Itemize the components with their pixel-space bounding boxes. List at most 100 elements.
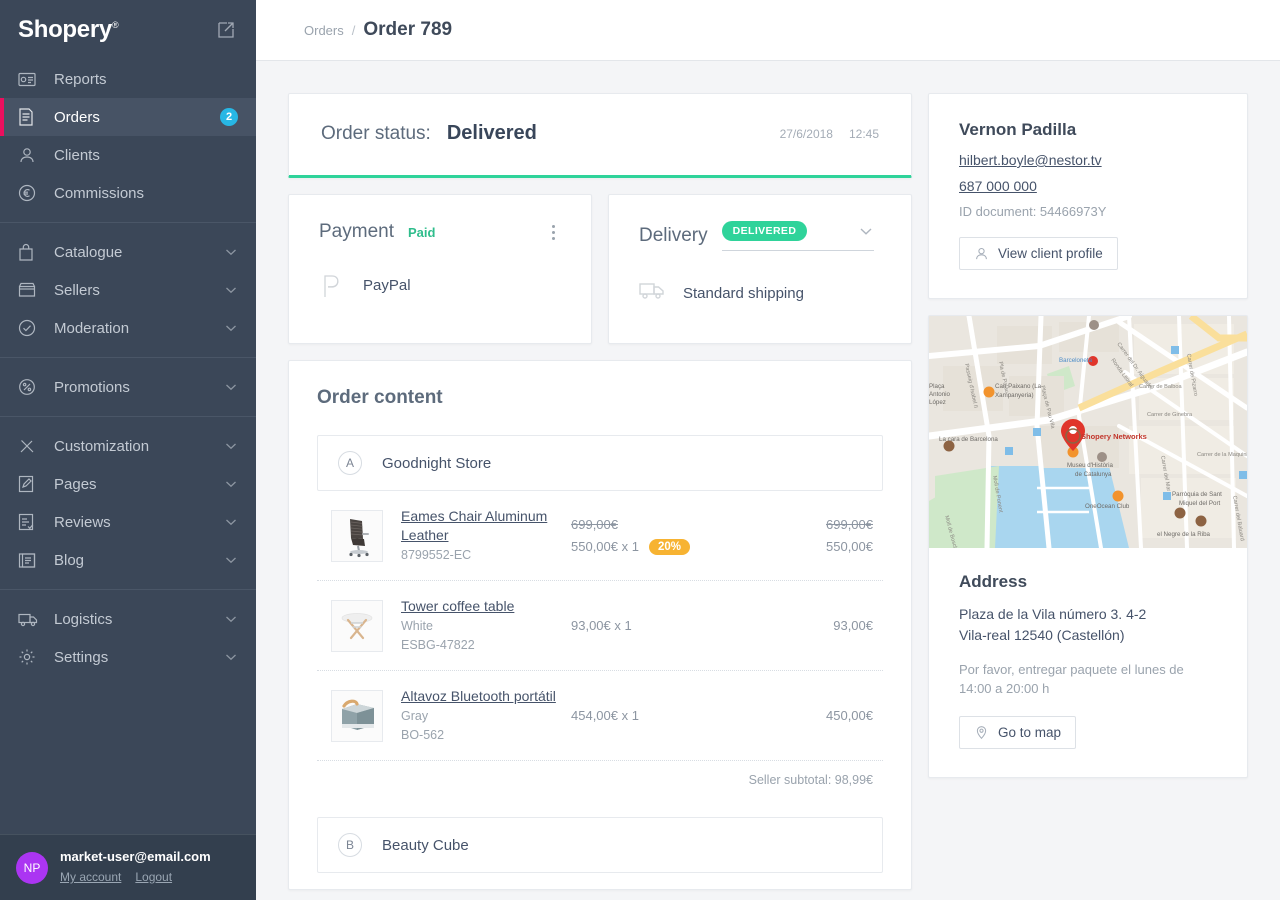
sidebar-item-label: Catalogue	[54, 244, 224, 261]
order-time: 12:45	[849, 127, 879, 141]
sidebar-item-moderation[interactable]: Moderation	[0, 309, 256, 347]
avatar[interactable]: NP	[16, 852, 48, 884]
sidebar-item-blog[interactable]: Blog	[0, 541, 256, 579]
client-phone-link[interactable]: 687 000 000	[959, 178, 1217, 194]
svg-text:OneOcean Club: OneOcean Club	[1085, 503, 1130, 510]
chevron-down-icon[interactable]	[224, 612, 238, 626]
sidebar-item-catalogue[interactable]: Catalogue	[0, 233, 256, 271]
seller-block: A Goodnight Store	[317, 435, 883, 801]
product-name-link[interactable]: Tower coffee table	[401, 597, 514, 616]
svg-text:Antonio: Antonio	[929, 391, 951, 398]
sidebar-item-label: Clients	[54, 147, 238, 164]
sidebar-item-sellers[interactable]: Sellers	[0, 271, 256, 309]
seller-name: Goodnight Store	[382, 455, 491, 472]
chevron-down-icon[interactable]	[224, 321, 238, 335]
svg-text:de Catalunya: de Catalunya	[1075, 471, 1112, 478]
product-sku: ESBG-47822	[401, 637, 561, 654]
sidebar: Shopery® Reports	[0, 0, 256, 900]
svg-text:Miquel del Port: Miquel del Port	[1179, 500, 1221, 507]
chevron-down-icon[interactable]	[224, 553, 238, 567]
sidebar-item-label: Reviews	[54, 514, 224, 531]
product-sku: BO-562	[401, 727, 561, 744]
nav-group-catalogue: Catalogue Sellers	[0, 233, 256, 347]
chevron-down-icon[interactable]	[224, 439, 238, 453]
blog-icon	[18, 550, 40, 570]
client-email-link[interactable]: hilbert.boyle@nestor.tv	[959, 152, 1217, 168]
sidebar-item-commissions[interactable]: Commissions	[0, 174, 256, 212]
view-client-profile-button[interactable]: View client profile	[959, 237, 1118, 270]
payment-method: PayPal	[363, 277, 411, 294]
more-vertical-icon[interactable]	[546, 223, 561, 242]
user-icon	[974, 246, 989, 261]
product-name-link[interactable]: Altavoz Bluetooth portátil	[401, 687, 556, 706]
order-content-title: Order content	[317, 387, 883, 409]
main-area: Orders/Order 789 Order status: Delivered…	[256, 0, 1280, 900]
bag-icon	[18, 242, 40, 262]
address-line-1: Plaza de la Vila número 3. 4-2	[959, 604, 1217, 625]
sidebar-item-customization[interactable]: Customization	[0, 427, 256, 465]
chevron-down-icon[interactable]	[224, 477, 238, 491]
seller-block: B Beauty Cube	[317, 817, 883, 873]
product-name-link[interactable]: Eames Chair Aluminum Leather	[401, 507, 561, 545]
svg-text:Carrer de Balboa: Carrer de Balboa	[1139, 384, 1182, 390]
chevron-down-icon[interactable]	[224, 245, 238, 259]
page-title: Order 789	[363, 19, 452, 40]
delivery-method: Standard shipping	[683, 285, 804, 302]
breadcrumb-orders-link[interactable]: Orders	[304, 23, 344, 38]
chevron-down-icon[interactable]	[224, 650, 238, 664]
chevron-down-icon[interactable]	[224, 515, 238, 529]
logout-link[interactable]: Logout	[135, 870, 172, 884]
gear-icon	[18, 647, 40, 667]
bluetooth-speaker-thumb[interactable]	[331, 690, 383, 742]
coffee-table-thumb[interactable]	[331, 600, 383, 652]
nav-group-system: Logistics Settings	[0, 600, 256, 676]
delivery-title: Delivery	[639, 225, 708, 247]
order-item-price: 454,00€ x 1	[571, 708, 826, 723]
go-to-map-button[interactable]: Go to map	[959, 716, 1076, 749]
map-preview[interactable]: Shopery Networks Barceloneta Can Paixano…	[929, 316, 1247, 548]
payment-card: Payment Paid PayPal	[288, 194, 592, 344]
chevron-down-icon[interactable]	[224, 380, 238, 394]
svg-text:López: López	[929, 399, 946, 406]
chevron-down-icon[interactable]	[224, 283, 238, 297]
payment-header: Payment Paid	[319, 221, 561, 243]
sidebar-item-settings[interactable]: Settings	[0, 638, 256, 676]
left-column: Order status: Delivered 27/6/201812:45 P…	[288, 93, 912, 900]
product-variant: White	[401, 618, 561, 635]
brand-logo[interactable]: Shopery®	[18, 16, 118, 44]
order-item-row: Altavoz Bluetooth portátil Gray BO-562 4…	[317, 671, 883, 761]
client-id-document: ID document: 54466973Y	[959, 204, 1217, 219]
seller-header[interactable]: B Beauty Cube	[317, 817, 883, 873]
sidebar-item-logistics[interactable]: Logistics	[0, 600, 256, 638]
sidebar-item-pages[interactable]: Pages	[0, 465, 256, 503]
location-pin-icon	[974, 725, 989, 740]
my-account-link[interactable]: My account	[60, 870, 121, 884]
view-client-profile-label: View client profile	[998, 246, 1103, 261]
go-to-map-label: Go to map	[998, 725, 1061, 740]
chevron-down-icon[interactable]	[858, 223, 874, 239]
order-item-info: Tower coffee table White ESBG-47822	[401, 597, 561, 654]
svg-text:La cara de Barcelona: La cara de Barcelona	[939, 436, 998, 443]
svg-text:Xampanyeria): Xampanyeria)	[995, 392, 1034, 399]
sidebar-item-reports[interactable]: Reports	[0, 60, 256, 98]
page-edit-icon	[18, 474, 40, 494]
sidebar-item-promotions[interactable]: Promotions	[0, 368, 256, 406]
sidebar-item-reviews[interactable]: Reviews	[0, 503, 256, 541]
external-link-icon[interactable]	[216, 20, 236, 40]
product-unit-price: 550,00€ x 1	[571, 539, 639, 554]
seller-header[interactable]: A Goodnight Store	[317, 435, 883, 491]
order-status-value: Delivered	[447, 122, 537, 145]
order-status-left: Order status: Delivered	[321, 122, 537, 145]
delivery-status-select[interactable]: DELIVERED	[722, 221, 874, 251]
product-old-price: 699,00€	[571, 517, 826, 532]
content-area: Order status: Delivered 27/6/201812:45 P…	[256, 61, 1280, 900]
office-chair-thumb[interactable]	[331, 510, 383, 562]
sidebar-item-orders[interactable]: Orders 2	[0, 98, 256, 136]
nav-group-main: Reports Orders 2	[0, 60, 256, 212]
sidebar-item-clients[interactable]: Clients	[0, 136, 256, 174]
user-email: market-user@email.com	[60, 849, 211, 865]
percent-icon	[18, 377, 40, 397]
delivery-method-row: Standard shipping	[639, 281, 881, 305]
nav-group-promotions: Promotions	[0, 368, 256, 406]
order-item-total: 699,00€ 550,00€	[826, 517, 873, 554]
